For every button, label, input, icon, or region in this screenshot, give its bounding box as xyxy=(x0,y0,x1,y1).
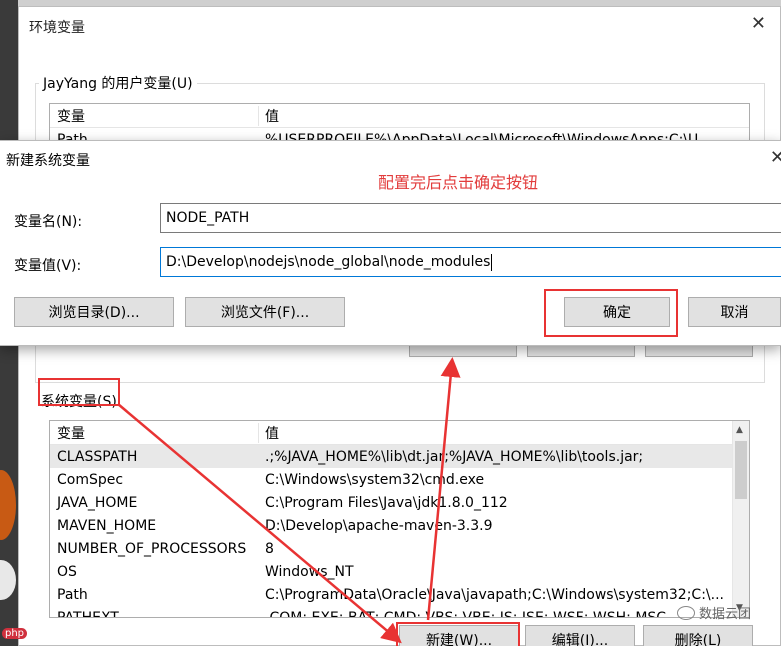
watermark: 数据云团 xyxy=(676,603,751,622)
annotation-arrows xyxy=(117,357,461,644)
arrow-to-ok-button xyxy=(426,357,461,621)
brand-text: 中文网 xyxy=(29,627,66,641)
watermark-text: 数据云团 xyxy=(698,607,751,622)
site-brand: php 中文网 xyxy=(2,625,65,642)
arrow-to-new-button xyxy=(117,403,402,644)
php-logo: php xyxy=(2,628,28,639)
wechat-icon xyxy=(676,605,695,620)
